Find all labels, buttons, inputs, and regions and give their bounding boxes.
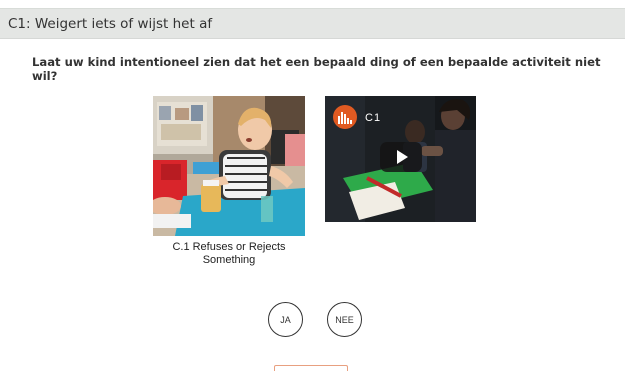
section-header: C1: Weigert iets of wijst het af [0, 9, 625, 39]
section-title: C1: Weigert iets of wijst het af [8, 15, 213, 32]
yes-button[interactable]: JA [268, 302, 303, 337]
example-caption: C.1 Refuses or Rejects Something [172, 241, 286, 266]
child-at-table-illustration [153, 96, 305, 236]
play-button[interactable] [380, 142, 422, 172]
next-button[interactable] [274, 365, 348, 371]
channel-logo-icon [333, 105, 357, 129]
video-player[interactable]: C1 [325, 96, 476, 222]
top-divider [0, 0, 625, 9]
question-text: Laat uw kind intentioneel zien dat het e… [32, 55, 601, 83]
video-title: C1 [365, 112, 382, 124]
no-button[interactable]: NEE [327, 302, 362, 337]
play-icon [397, 150, 408, 164]
example-photo [153, 96, 305, 236]
